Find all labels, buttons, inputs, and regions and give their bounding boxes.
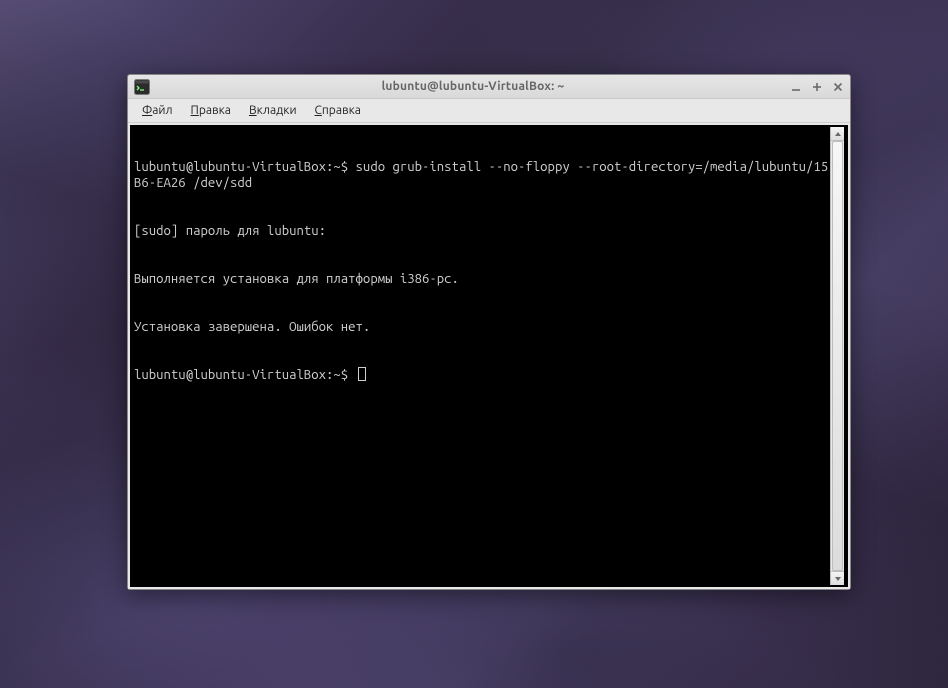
scrollbar-up-button[interactable] bbox=[831, 127, 844, 141]
vertical-scrollbar[interactable] bbox=[830, 127, 844, 585]
scrollbar-down-button[interactable] bbox=[831, 571, 844, 585]
terminal-output[interactable]: lubuntu@lubuntu-VirtualBox:~$ sudo grub-… bbox=[134, 127, 830, 585]
scrollbar-thumb[interactable] bbox=[832, 141, 843, 571]
terminal-line: lubuntu@lubuntu-VirtualBox:~$ sudo grub-… bbox=[134, 159, 830, 191]
terminal-viewport[interactable]: lubuntu@lubuntu-VirtualBox:~$ sudo grub-… bbox=[130, 125, 848, 587]
window-titlebar[interactable]: lubuntu@lubuntu-VirtualBox: ~ bbox=[128, 75, 850, 99]
minimize-button[interactable] bbox=[790, 81, 802, 93]
menubar: Файл Правка Вкладки Справка bbox=[128, 99, 850, 123]
terminal-line: Выполняется установка для платформы i386… bbox=[134, 271, 830, 287]
menu-file[interactable]: Файл bbox=[134, 101, 181, 120]
terminal-prompt-line: lubuntu@lubuntu-VirtualBox:~$ bbox=[134, 367, 830, 383]
menu-tabs[interactable]: Вкладки bbox=[241, 101, 305, 120]
menu-edit[interactable]: Правка bbox=[183, 101, 239, 120]
window-controls bbox=[790, 81, 844, 93]
terminal-cursor bbox=[358, 367, 366, 381]
terminal-app-icon bbox=[134, 79, 150, 95]
terminal-line: Установка завершена. Ошибок нет. bbox=[134, 319, 830, 335]
terminal-window: lubuntu@lubuntu-VirtualBox: ~ Файл Правк… bbox=[127, 74, 851, 590]
terminal-line: [sudo] пароль для lubuntu: bbox=[134, 223, 830, 239]
window-title: lubuntu@lubuntu-VirtualBox: ~ bbox=[156, 80, 790, 93]
scrollbar-track[interactable] bbox=[831, 141, 844, 571]
menu-help[interactable]: Справка bbox=[307, 101, 369, 120]
terminal-prompt: lubuntu@lubuntu-VirtualBox:~$ bbox=[134, 368, 356, 382]
maximize-button[interactable] bbox=[811, 81, 823, 93]
close-button[interactable] bbox=[832, 81, 844, 93]
